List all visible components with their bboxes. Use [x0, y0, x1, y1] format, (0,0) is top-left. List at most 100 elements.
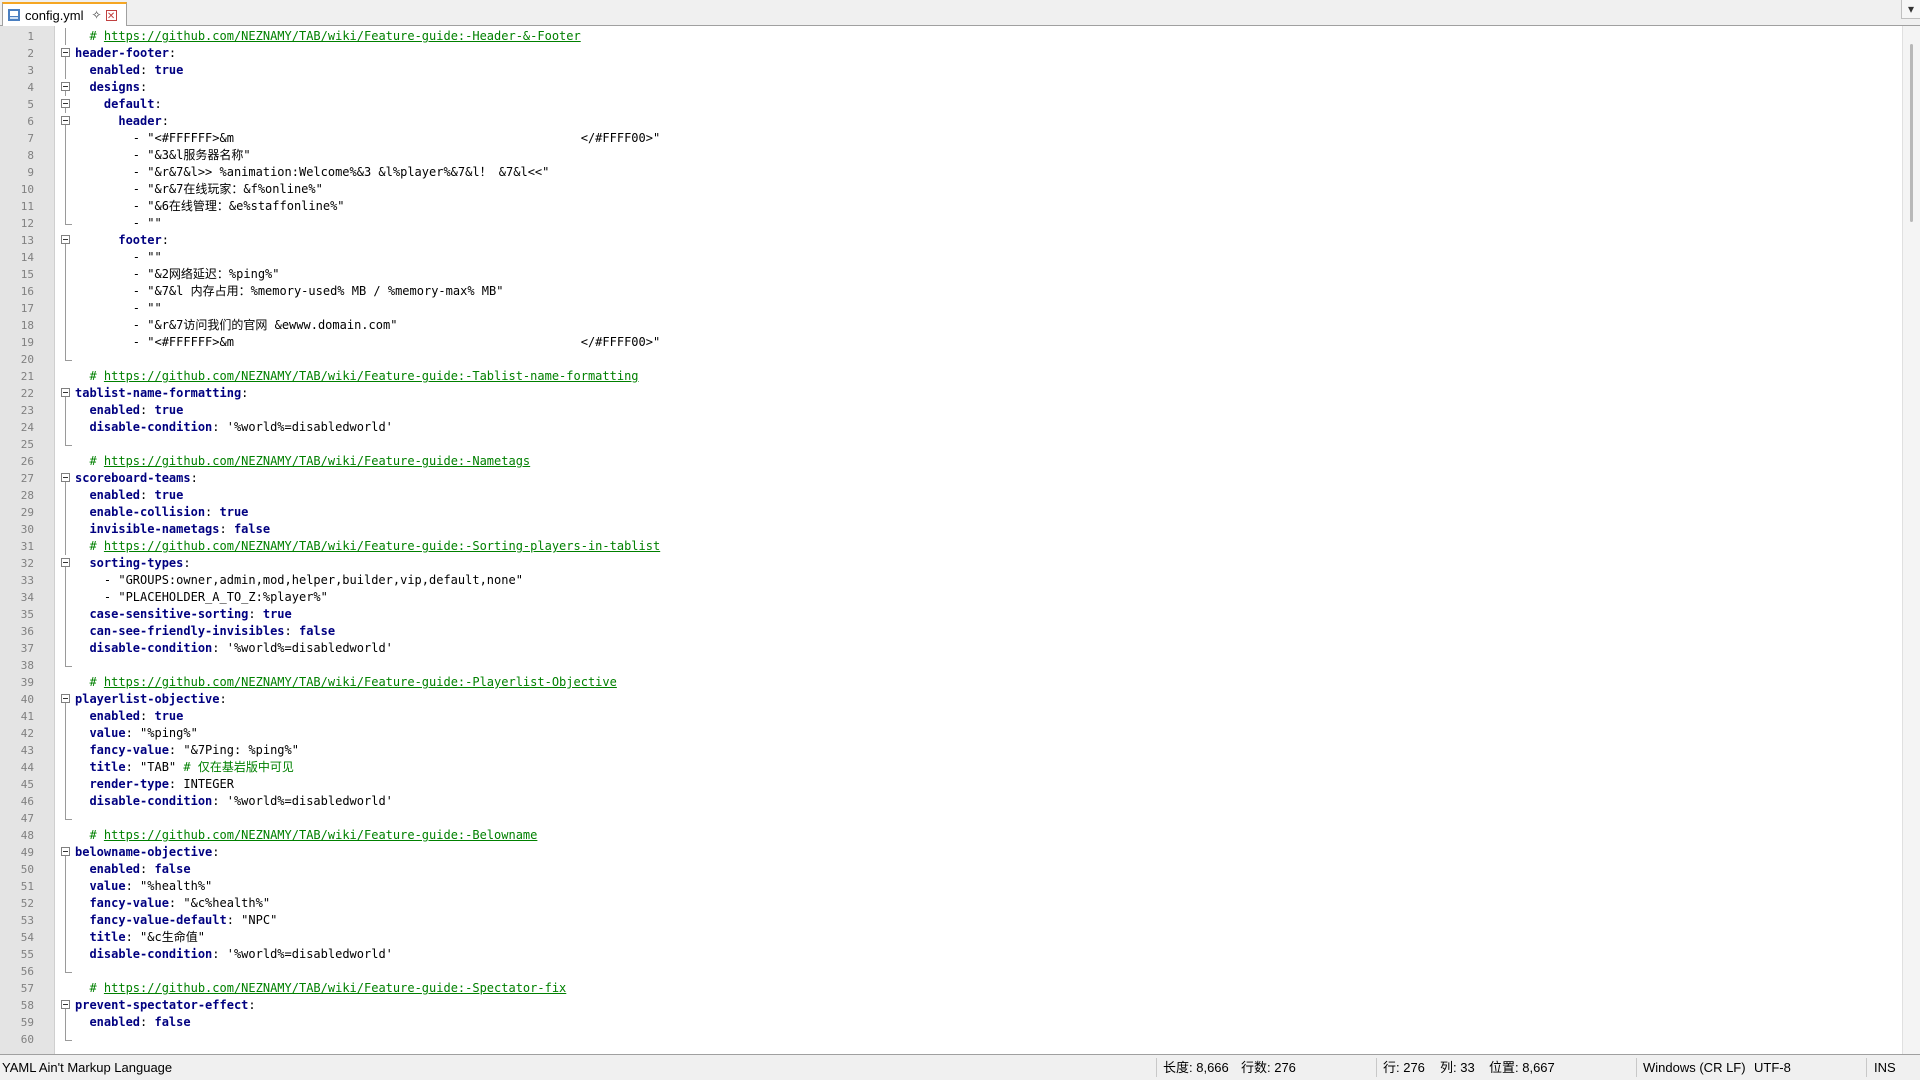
code-line[interactable]: 31 # https://github.com/NEZNAMY/TAB/wiki…: [0, 538, 1902, 555]
comment-link[interactable]: https://github.com/NEZNAMY/TAB/wiki/Feat…: [104, 539, 660, 553]
code-line[interactable]: 8 - "&3&l服务器名称": [0, 147, 1902, 164]
code-line[interactable]: 48 # https://github.com/NEZNAMY/TAB/wiki…: [0, 827, 1902, 844]
code-line[interactable]: 39 # https://github.com/NEZNAMY/TAB/wiki…: [0, 674, 1902, 691]
pin-icon[interactable]: ✧: [92, 8, 102, 22]
code-line[interactable]: 21 # https://github.com/NEZNAMY/TAB/wiki…: [0, 368, 1902, 385]
code-line[interactable]: 42 value: "%ping%": [0, 725, 1902, 742]
line-number: 56: [20, 965, 34, 978]
code-line[interactable]: 2 header-footer:: [0, 45, 1902, 62]
status-separator: [1636, 1058, 1637, 1077]
comment-link[interactable]: https://github.com/NEZNAMY/TAB/wiki/Feat…: [104, 828, 537, 842]
code-line[interactable]: 11 - "&6在线管理：&e%staffonline%": [0, 198, 1902, 215]
code-line[interactable]: 15 - "&2网络延迟：%ping%": [0, 266, 1902, 283]
line-number: 7: [27, 132, 34, 145]
comment-link[interactable]: https://github.com/NEZNAMY/TAB/wiki/Feat…: [104, 454, 530, 468]
code-line[interactable]: 27 scoreboard-teams:: [0, 470, 1902, 487]
line-number: 33: [20, 574, 34, 587]
code-line[interactable]: 44 title: "TAB" # 仅在基岩版中可见: [0, 759, 1902, 776]
vertical-scrollbar[interactable]: [1902, 26, 1920, 1054]
code-token: tablist-name-formatting: [75, 386, 242, 400]
code-line[interactable]: 10 - "&r&7在线玩家：&f%online%": [0, 181, 1902, 198]
code-line[interactable]: 49 belowname-objective:: [0, 844, 1902, 861]
comment-link[interactable]: https://github.com/NEZNAMY/TAB/wiki/Feat…: [104, 369, 639, 383]
code-line[interactable]: 28 enabled: true: [0, 487, 1902, 504]
code-line[interactable]: 26 # https://github.com/NEZNAMY/TAB/wiki…: [0, 453, 1902, 470]
code-line[interactable]: 60: [0, 1031, 1902, 1048]
code-line[interactable]: 23 enabled: true: [0, 402, 1902, 419]
code-token: title: [75, 760, 126, 774]
code-token: : "%health%": [125, 879, 213, 893]
code-text: case-sensitive-sorting: true: [75, 606, 291, 623]
code-line[interactable]: 9 - "&r&7&l>> %animation:Welcome%&3 &l%p…: [0, 164, 1902, 181]
status-encoding[interactable]: UTF-8: [1754, 1055, 1791, 1080]
code-line[interactable]: 7 - "<#FFFFFF>&m </#FFFF00>": [0, 130, 1902, 147]
close-tab-icon[interactable]: ✕: [105, 9, 117, 22]
code-editor[interactable]: 1 # https://github.com/NEZNAMY/TAB/wiki/…: [0, 26, 1920, 1055]
code-line[interactable]: 14 - "": [0, 249, 1902, 266]
code-line[interactable]: 1 # https://github.com/NEZNAMY/TAB/wiki/…: [0, 28, 1902, 45]
code-area[interactable]: 1 # https://github.com/NEZNAMY/TAB/wiki/…: [0, 28, 1902, 1048]
code-line[interactable]: 58 prevent-spectator-effect:: [0, 997, 1902, 1014]
code-line[interactable]: 57 # https://github.com/NEZNAMY/TAB/wiki…: [0, 980, 1902, 997]
code-line[interactable]: 35 case-sensitive-sorting: true: [0, 606, 1902, 623]
code-line[interactable]: 45 render-type: INTEGER: [0, 776, 1902, 793]
code-line[interactable]: 46 disable-condition: '%world%=disabledw…: [0, 793, 1902, 810]
code-line[interactable]: 22 tablist-name-formatting:: [0, 385, 1902, 402]
code-line[interactable]: 40 playerlist-objective:: [0, 691, 1902, 708]
comment-link[interactable]: https://github.com/NEZNAMY/TAB/wiki/Feat…: [104, 29, 581, 43]
code-line[interactable]: 17 - "": [0, 300, 1902, 317]
tab-list-menu-icon[interactable]: ▾: [1901, 0, 1920, 19]
code-line[interactable]: 54 title: "&c生命值": [0, 929, 1902, 946]
code-text: - "&6在线管理：&e%staffonline%": [75, 198, 345, 215]
code-line[interactable]: 59 enabled: false: [0, 1014, 1902, 1031]
code-token: fancy-value-default: [75, 913, 227, 927]
code-text: - "GROUPS:owner,admin,mod,helper,builder…: [75, 572, 523, 589]
fold-end: [61, 810, 81, 827]
code-line[interactable]: 41 enabled: true: [0, 708, 1902, 725]
code-line[interactable]: 36 can-see-friendly-invisibles: false: [0, 623, 1902, 640]
code-line[interactable]: 24 disable-condition: '%world%=disabledw…: [0, 419, 1902, 436]
code-line[interactable]: 51 value: "%health%": [0, 878, 1902, 895]
code-line[interactable]: 52 fancy-value: "&c%health%": [0, 895, 1902, 912]
code-line[interactable]: 37 disable-condition: '%world%=disabledw…: [0, 640, 1902, 657]
code-line[interactable]: 20: [0, 351, 1902, 368]
line-number: 20: [20, 353, 34, 366]
status-insert-mode[interactable]: INS: [1874, 1055, 1896, 1080]
code-line[interactable]: 6 header:: [0, 113, 1902, 130]
code-token: enabled: [75, 1015, 141, 1029]
code-token: #: [89, 981, 104, 995]
code-line[interactable]: 3 enabled: true: [0, 62, 1902, 79]
code-line[interactable]: 29 enable-collision: true: [0, 504, 1902, 521]
comment-link[interactable]: https://github.com/NEZNAMY/TAB/wiki/Feat…: [104, 675, 617, 689]
code-line[interactable]: 32 sorting-types:: [0, 555, 1902, 572]
tab-config-yml[interactable]: config.yml ✧ ✕: [2, 2, 127, 26]
code-line[interactable]: 43 fancy-value: "&7Ping: %ping%": [0, 742, 1902, 759]
line-number: 37: [20, 642, 34, 655]
code-line[interactable]: 38: [0, 657, 1902, 674]
code-token: true: [154, 403, 184, 417]
code-line[interactable]: 5 default:: [0, 96, 1902, 113]
code-text: - "&3&l服务器名称": [75, 147, 251, 164]
code-line[interactable]: 13 footer:: [0, 232, 1902, 249]
code-line[interactable]: 12 - "": [0, 215, 1902, 232]
code-line[interactable]: 16 - "&7&l 内存占用：%memory-used% MB / %memo…: [0, 283, 1902, 300]
code-line[interactable]: 55 disable-condition: '%world%=disabledw…: [0, 946, 1902, 963]
scrollbar-thumb[interactable]: [1910, 44, 1913, 222]
status-eol[interactable]: Windows (CR LF): [1643, 1055, 1746, 1080]
code-line[interactable]: 19 - "<#FFFFFF>&m </#FFFF00>": [0, 334, 1902, 351]
comment-link[interactable]: https://github.com/NEZNAMY/TAB/wiki/Feat…: [104, 981, 566, 995]
code-line[interactable]: 4 designs:: [0, 79, 1902, 96]
code-line[interactable]: 25: [0, 436, 1902, 453]
code-line[interactable]: 18 - "&r&7访问我们的官网 &ewww.domain.com": [0, 317, 1902, 334]
code-line[interactable]: 50 enabled: false: [0, 861, 1902, 878]
code-token: belowname-objective: [75, 845, 213, 859]
code-line[interactable]: 34 - "PLACEHOLDER_A_TO_Z:%player%": [0, 589, 1902, 606]
code-line[interactable]: 47: [0, 810, 1902, 827]
code-line[interactable]: 33 - "GROUPS:owner,admin,mod,helper,buil…: [0, 572, 1902, 589]
code-text: tablist-name-formatting:: [75, 385, 248, 402]
code-line[interactable]: 53 fancy-value-default: "NPC": [0, 912, 1902, 929]
code-line[interactable]: 30 invisible-nametags: false: [0, 521, 1902, 538]
code-line[interactable]: 56: [0, 963, 1902, 980]
